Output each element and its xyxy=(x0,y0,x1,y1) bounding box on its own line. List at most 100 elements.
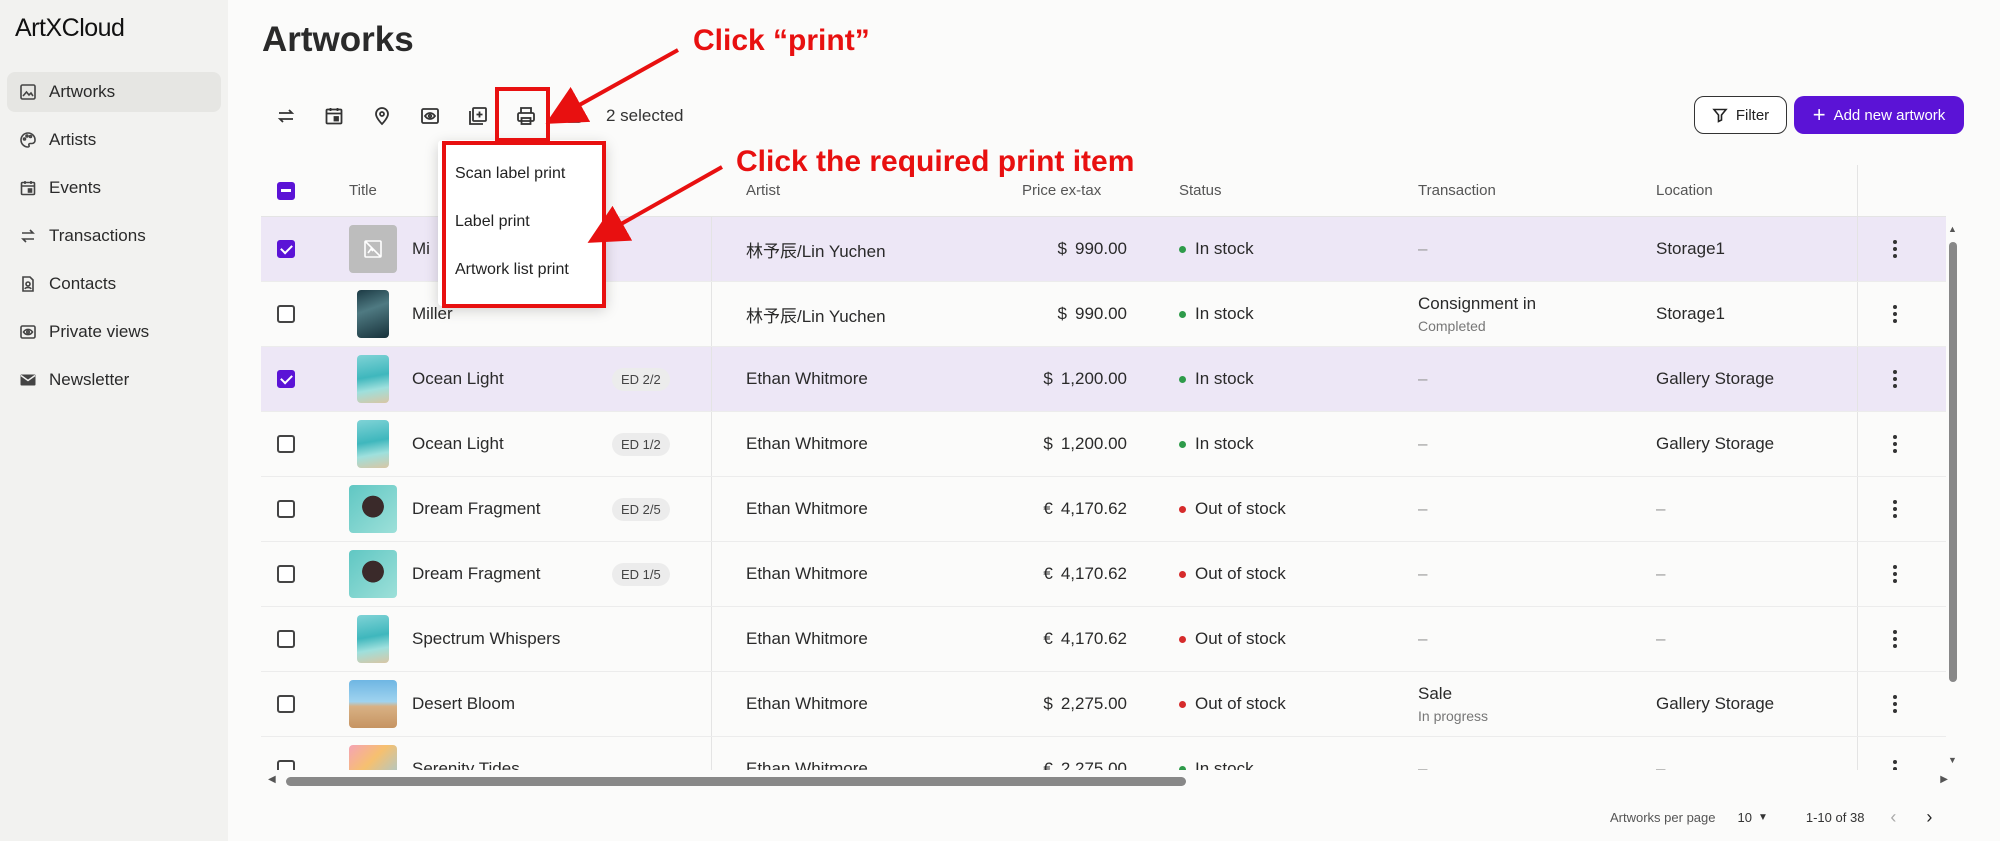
column-header-location[interactable]: Location xyxy=(1656,165,1713,216)
more-options-icon[interactable] xyxy=(1893,500,1897,518)
more-options-icon[interactable] xyxy=(1893,305,1897,323)
column-divider xyxy=(711,672,712,736)
more-options-icon[interactable] xyxy=(1893,370,1897,388)
artwork-title[interactable]: Dream Fragment xyxy=(412,542,540,606)
app-logo[interactable]: ArtXCloud xyxy=(15,14,125,43)
table-row[interactable]: Serenity Tides Ethan Whitmore €2,275.00 … xyxy=(261,737,1946,770)
horizontal-scroll-thumb[interactable] xyxy=(286,777,1186,786)
artwork-title[interactable]: Mi xyxy=(412,217,430,281)
column-header-transaction[interactable]: Transaction xyxy=(1418,165,1496,216)
artwork-thumbnail[interactable] xyxy=(357,615,389,663)
calendar-action-button[interactable] xyxy=(310,96,358,136)
table-row[interactable]: Ocean Light ED 2/2 Ethan Whitmore $1,200… xyxy=(261,347,1946,412)
more-options-icon[interactable] xyxy=(1893,695,1897,713)
artwork-thumbnail[interactable] xyxy=(357,290,389,338)
transaction-label: Consignment in xyxy=(1418,294,1537,313)
artwork-thumbnail[interactable] xyxy=(349,680,397,728)
scroll-left-icon[interactable]: ◀ xyxy=(268,774,276,785)
select-all-checkbox[interactable] xyxy=(277,181,295,200)
artwork-title[interactable]: Desert Bloom xyxy=(412,672,515,736)
location: – xyxy=(1656,542,1665,606)
currency-symbol: € xyxy=(1043,499,1053,518)
status-label: In stock xyxy=(1195,369,1254,388)
transfer-action-button[interactable] xyxy=(262,96,310,136)
table-row[interactable]: Dream Fragment ED 2/5 Ethan Whitmore €4,… xyxy=(261,477,1946,542)
row-checkbox[interactable] xyxy=(277,305,295,323)
table-row[interactable]: Desert Bloom Ethan Whitmore $2,275.00 Ou… xyxy=(261,672,1946,737)
horizontal-scrollbar[interactable]: ◀ ▶ xyxy=(268,774,1948,788)
location-label: – xyxy=(1656,499,1666,518)
sidebar-item-events[interactable]: Events xyxy=(7,168,221,208)
previous-page-button[interactable]: ‹ xyxy=(1890,807,1896,828)
artwork-thumbnail[interactable] xyxy=(357,355,389,403)
more-options-icon[interactable] xyxy=(1893,435,1897,453)
row-checkbox[interactable] xyxy=(277,630,295,648)
currency-symbol: $ xyxy=(1057,304,1067,323)
location: Storage1 xyxy=(1656,282,1725,346)
per-page-select[interactable]: 10 ▼ xyxy=(1738,810,1768,825)
transaction: Consignment in Completed xyxy=(1418,282,1536,346)
calendar-icon xyxy=(325,108,343,125)
column-divider xyxy=(1857,477,1858,541)
row-checkbox[interactable] xyxy=(277,760,295,770)
artwork-thumbnail[interactable] xyxy=(357,420,389,468)
next-page-button[interactable]: › xyxy=(1926,807,1932,828)
print-button-highlight xyxy=(495,87,550,142)
more-options-icon[interactable] xyxy=(1893,630,1897,648)
artwork-title[interactable]: Ocean Light xyxy=(412,412,504,476)
transaction: – xyxy=(1418,737,1427,770)
artist-name: Ethan Whitmore xyxy=(746,629,868,648)
edition-badge: ED 2/2 xyxy=(612,367,670,391)
column-header-title[interactable]: Title xyxy=(349,165,377,216)
sidebar-item-contacts[interactable]: Contacts xyxy=(7,264,221,304)
location-label: Gallery Storage xyxy=(1656,694,1775,713)
more-options-icon[interactable] xyxy=(1893,565,1897,583)
artwork-title[interactable]: Dream Fragment xyxy=(412,477,540,541)
sidebar-item-artworks[interactable]: Artworks xyxy=(7,72,221,112)
no-image-icon xyxy=(349,225,397,273)
row-checkbox[interactable] xyxy=(277,565,295,583)
sidebar-item-artists[interactable]: Artists xyxy=(7,120,221,160)
private-view-action-button[interactable] xyxy=(406,96,454,136)
sidebar-item-newsletter[interactable]: Newsletter xyxy=(7,360,221,400)
column-divider xyxy=(711,737,712,770)
filter-button[interactable]: Filter xyxy=(1694,96,1787,134)
artwork-title[interactable]: Spectrum Whispers xyxy=(412,607,560,671)
artwork-title[interactable]: Serenity Tides xyxy=(412,737,520,770)
scroll-down-icon[interactable]: ▼ xyxy=(1948,755,1957,765)
scroll-right-icon[interactable]: ▶ xyxy=(1940,774,1948,785)
location-action-button[interactable] xyxy=(358,96,406,136)
arrows-swap-icon xyxy=(277,109,295,123)
add-new-artwork-button[interactable]: + Add new artwork xyxy=(1794,96,1964,134)
artwork-thumbnail[interactable] xyxy=(349,550,397,598)
sidebar-item-transactions[interactable]: Transactions xyxy=(7,216,221,256)
row-checkbox[interactable] xyxy=(277,695,295,713)
table-row[interactable]: Spectrum Whispers Ethan Whitmore €4,170.… xyxy=(261,607,1946,672)
more-options-icon[interactable] xyxy=(1893,240,1897,258)
currency-symbol: $ xyxy=(1043,369,1053,388)
column-divider xyxy=(711,412,712,476)
row-checkbox[interactable] xyxy=(277,500,295,518)
column-header-status[interactable]: Status xyxy=(1179,165,1222,216)
artwork-title[interactable]: Ocean Light xyxy=(412,347,504,411)
pagination: Artworks per page 10 ▼ 1-10 of 38 ‹ › xyxy=(1610,806,1932,828)
vertical-scroll-thumb[interactable] xyxy=(1949,242,1957,682)
vertical-scrollbar[interactable]: ▲ ▼ xyxy=(1945,222,1959,767)
artist-name: 林予辰/Lin Yuchen xyxy=(746,241,886,261)
row-checkbox[interactable] xyxy=(277,370,295,388)
artwork-thumbnail[interactable] xyxy=(349,745,397,770)
row-checkbox[interactable] xyxy=(277,435,295,453)
more-options-icon[interactable] xyxy=(1893,760,1897,770)
artwork-thumbnail[interactable] xyxy=(349,485,397,533)
price-value: 4,170.62 xyxy=(1060,629,1127,648)
sidebar: ArtXCloud Artworks Artists Events Transa… xyxy=(0,0,228,841)
table-row[interactable]: Ocean Light ED 1/2 Ethan Whitmore $1,200… xyxy=(261,412,1946,477)
table-row[interactable]: Dream Fragment ED 1/5 Ethan Whitmore €4,… xyxy=(261,542,1946,607)
scroll-up-icon[interactable]: ▲ xyxy=(1948,224,1957,234)
price-value: 1,200.00 xyxy=(1060,369,1127,388)
sidebar-item-private-views[interactable]: Private views xyxy=(7,312,221,352)
row-checkbox[interactable] xyxy=(277,240,295,258)
image-icon xyxy=(20,84,36,100)
upload-action-button[interactable] xyxy=(550,96,598,136)
status-label: In stock xyxy=(1195,434,1254,453)
